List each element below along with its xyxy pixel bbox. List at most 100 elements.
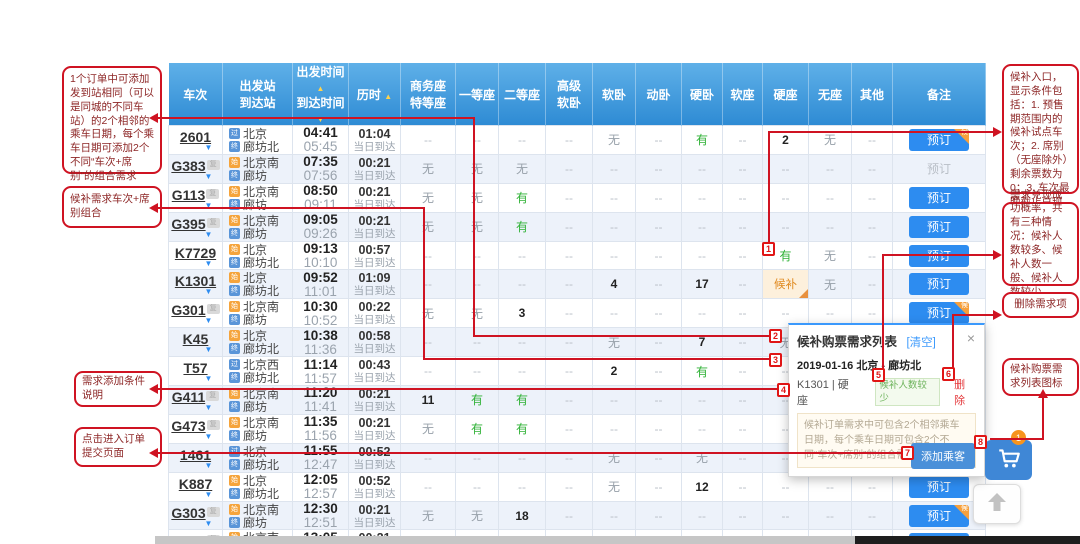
book-button[interactable]: 预订 [909,273,969,296]
back-to-top-button[interactable] [973,484,1021,524]
expand-caret-icon[interactable]: ▼ [195,490,222,498]
clear-all-link[interactable]: [清空] [906,337,935,349]
add-passenger-button[interactable]: 添加乘客 [911,443,975,469]
train-number-line: G383 复 [169,158,222,174]
delete-demand-link[interactable]: 删除 [954,376,976,408]
times-cell: 04:41 05:45 [292,125,349,155]
annotation-text: 候补购票需求列表图标 [1010,363,1063,389]
times-cell: 11:14 11:57 [292,356,349,387]
header-line: 到达站 [239,96,276,110]
seat-availability-cell: -- [545,269,593,300]
column-header[interactable]: 动卧 [635,63,682,126]
train-number-line: G395 复 [169,216,222,232]
seat-availability-cell: -- [851,500,893,531]
duration-cell: 00:57 当日到达 [348,240,401,271]
seat-availability-cell: -- [455,269,499,300]
same-day-note: 当日到达 [353,429,396,442]
seat-availability-cell: 2 [592,356,636,387]
origin-station-icon: 始 [229,474,240,486]
train-number-link[interactable]: G383 [171,158,205,174]
annotation-box-probability: 需求兑现成功概率，共有三种情况：候补人数较多、候补人数一般、候补人数较少 [1002,189,1079,298]
terminal-station-icon: 终 [229,372,240,384]
column-header[interactable]: 其他 [851,63,893,126]
train-number-link[interactable]: G301 [171,302,205,318]
column-header[interactable]: 二等座 [498,63,546,126]
header-line: 软卧 [556,96,581,110]
train-number-link[interactable]: G303 [171,505,205,521]
train-number-link[interactable]: G411 [172,389,205,405]
expand-caret-icon[interactable]: ▼ [195,519,222,527]
expand-caret-icon[interactable]: ▼ [195,375,222,383]
seat-availability-cell: -- [722,182,763,213]
train-number-link[interactable]: G113 [172,187,205,203]
column-header[interactable]: 无座 [808,63,852,126]
station-name: 廊坊北 [243,371,280,386]
close-icon[interactable]: × [967,331,975,345]
same-day-note: 当日到达 [353,285,396,298]
same-day-note: 当日到达 [353,516,396,529]
book-button[interactable]: 预订 [909,475,969,498]
duration-value: 00:21 [358,155,391,170]
annotation-line [473,335,775,337]
train-number-cell: T57 ▼ [168,356,223,387]
train-number-line: 2601 [169,129,222,145]
expand-caret-icon[interactable]: ▼ [195,346,222,354]
stations-cell: 始北京终廊坊北 [222,471,293,502]
train-number-link[interactable]: T57 [183,360,207,376]
column-header[interactable]: 备注 [892,63,986,126]
remark-cell: 预订 [892,153,986,184]
seat-availability-cell: -- [681,211,723,242]
seat-availability-cell: -- [455,240,499,271]
train-number-cell: G303 复 ▼ [168,500,223,531]
seat-availability-cell: 无 [808,269,852,300]
stations-cell: 始北京南终廊坊 [222,500,293,531]
same-day-note: 当日到达 [353,140,396,153]
expand-caret-icon[interactable]: ▼ [195,259,222,267]
arrival-time: 11:36 [304,341,337,357]
book-button[interactable]: 预订 [909,186,969,209]
annotation-text: 删除需求项 [1014,298,1067,311]
seat-availability-cell: 4 [592,269,636,300]
header-line: 到达时间 ▼ [296,96,345,124]
seat-availability-cell: -- [400,442,456,473]
column-header[interactable]: 软卧 [592,63,636,126]
column-header[interactable]: 软座 [722,63,763,126]
seat-availability-cell: 无 [592,471,636,502]
expand-caret-icon[interactable]: ▼ [195,172,222,180]
expand-caret-icon[interactable]: ▼ [195,230,222,238]
waitlist-cell[interactable]: 候补 [762,269,809,300]
horizontal-scrollbar-handle[interactable] [855,536,1080,544]
sort-arrow-icon[interactable]: ▲ [384,92,392,101]
remark-cell: 预订 [892,211,986,242]
train-number-cell: 1461 ▼ [168,442,223,473]
stations-cell: 过北京西终廊坊北 [222,356,293,387]
expand-caret-icon[interactable]: ▼ [195,403,222,411]
seat-availability-cell: 3 [498,298,546,329]
sort-arrow-icon[interactable]: ▲ [317,84,325,93]
expand-caret-icon[interactable]: ▼ [195,143,222,151]
times-cell: 12:05 12:57 [292,471,349,502]
seat-availability-cell: 17 [681,269,723,300]
expand-caret-icon[interactable]: ▼ [195,461,222,469]
book-button[interactable]: 预订 [909,215,969,238]
waitlist-cart-button[interactable] [985,440,1032,480]
book-button[interactable]: 预订候 [909,504,969,527]
annotation-line [768,131,996,133]
train-number-link[interactable]: G473 [171,418,205,434]
column-header[interactable]: 高级 软卧 [545,63,593,126]
expand-caret-icon[interactable]: ▼ [195,317,222,325]
seat-availability-cell: -- [592,240,636,271]
expand-caret-icon[interactable]: ▼ [195,432,222,440]
column-header[interactable]: 硬座 [762,63,809,126]
seat-availability-cell: 18 [498,500,546,531]
expand-caret-icon[interactable]: ▼ [195,288,222,296]
arrival-time: 09:26 [303,226,338,242]
seat-availability-cell: -- [455,442,499,473]
annotation-line [158,452,905,454]
column-header[interactable]: 硬卧 [681,63,723,126]
seat-availability-cell: -- [681,500,723,531]
seat-availability-cell: -- [592,153,636,184]
annotation-text: 候补需求车次+席别组合 [70,193,150,219]
times-cell: 11:35 11:56 [292,413,349,444]
train-number-link[interactable]: G395 [171,216,205,232]
